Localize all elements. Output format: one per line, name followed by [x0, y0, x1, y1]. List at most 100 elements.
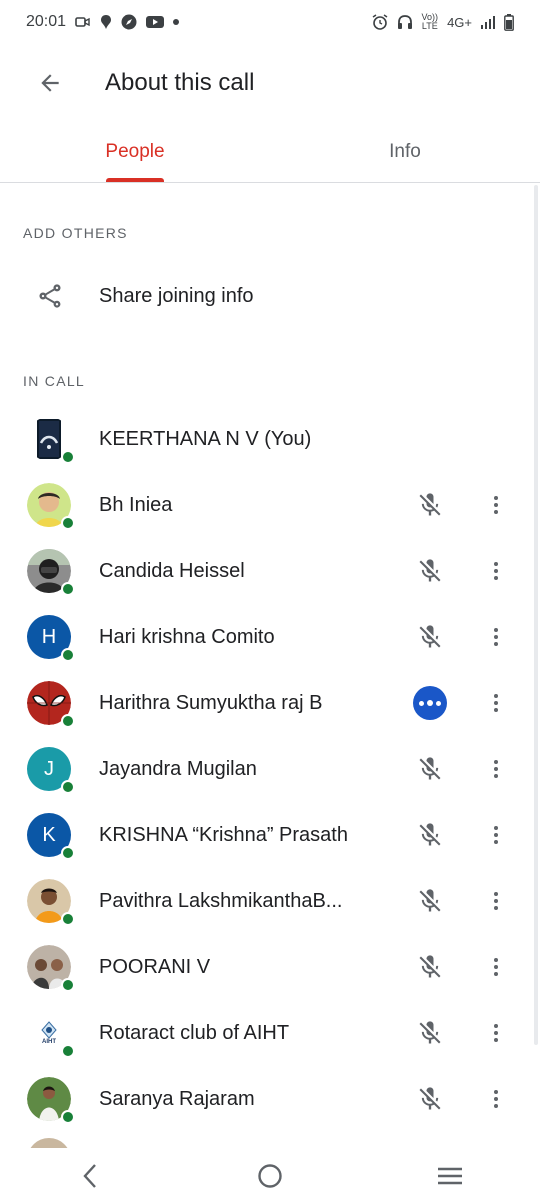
participant-name: Candida Heissel	[99, 559, 245, 582]
online-indicator	[61, 582, 75, 596]
mic-off-icon[interactable]	[412, 1081, 448, 1117]
back-button[interactable]	[26, 59, 74, 107]
nav-back-icon	[83, 1164, 96, 1188]
alarm-icon	[372, 14, 388, 30]
avatar-container	[27, 417, 75, 464]
club-logo-text: AIHT	[42, 1038, 56, 1045]
participant-row[interactable]: AIHT Rotaract club of AIHT	[0, 1000, 540, 1066]
participant-row[interactable]: Bh Iniea	[0, 472, 540, 538]
headphones-icon	[397, 14, 413, 30]
add-others-header: ADD OTHERS	[23, 225, 128, 241]
more-options-icon[interactable]	[478, 1081, 514, 1117]
more-options-icon[interactable]	[478, 487, 514, 523]
compass-icon	[121, 14, 137, 30]
volte-bottom-label: LTE	[421, 21, 438, 31]
participant-name: Pavithra LakshmikanthaB...	[99, 889, 343, 912]
avatar-container: K	[27, 813, 75, 860]
signal-icon	[481, 15, 495, 29]
mic-off-icon[interactable]	[412, 553, 448, 589]
participant-name: Rotaract club of AIHT	[99, 1021, 290, 1044]
participant-name: Jayandra Mugilan	[99, 757, 257, 780]
online-indicator	[61, 1110, 75, 1124]
participant-row[interactable]: Harithra Sumyuktha raj B	[0, 670, 540, 736]
avatar-letter: H	[41, 625, 57, 648]
participant-list: KEERTHANA N V (You) Bh Iniea Candida Heiss…	[0, 406, 540, 1132]
club-logo-icon	[41, 1020, 57, 1039]
participant-name: KRISHNA “Krishna” Prasath	[99, 823, 348, 846]
mic-off-icon[interactable]	[412, 949, 448, 985]
participant-row[interactable]: POORANI V	[0, 934, 540, 1000]
scrollbar[interactable]	[534, 185, 538, 1045]
share-icon	[35, 281, 65, 311]
avatar-container	[27, 945, 75, 992]
speaking-indicator-icon	[412, 685, 448, 721]
arrow-back-icon	[41, 74, 59, 92]
status-time: 20:01	[26, 13, 67, 30]
participant-name: Harithra Sumyuktha raj B	[99, 691, 323, 714]
more-options-icon[interactable]	[478, 949, 514, 985]
more-options-icon[interactable]	[478, 883, 514, 919]
participant-name: Hari krishna Comito	[99, 625, 275, 648]
nav-home-button[interactable]	[240, 1152, 300, 1200]
dot-icon	[173, 19, 180, 25]
tab-info[interactable]: Info	[270, 122, 540, 182]
mic-off-icon[interactable]	[412, 487, 448, 523]
participant-row[interactable]: KEERTHANA N V (You)	[0, 406, 540, 472]
more-options-icon[interactable]	[478, 751, 514, 787]
online-indicator	[61, 1044, 75, 1058]
volte-icon: Vo)) LTE	[422, 13, 439, 31]
more-options-icon[interactable]	[478, 1015, 514, 1051]
more-options-icon[interactable]	[478, 619, 514, 655]
participant-name: Bh Iniea	[99, 493, 173, 516]
participant-row[interactable]: Candida Heissel	[0, 538, 540, 604]
avatar-container: AIHT	[27, 1011, 75, 1058]
participant-name: KEERTHANA N V (You)	[99, 427, 312, 450]
online-indicator	[61, 714, 75, 728]
nav-back-button[interactable]	[60, 1152, 120, 1200]
mic-off-icon[interactable]	[412, 817, 448, 853]
tab-info-label: Info	[389, 141, 421, 162]
tab-people[interactable]: People	[0, 122, 270, 182]
network-label: 4G+	[447, 14, 472, 30]
camera-icon	[75, 16, 91, 28]
avatar-container	[27, 483, 75, 530]
avatar-container	[27, 1077, 75, 1124]
avatar-container	[27, 879, 75, 926]
people-panel: ADD OTHERS Share joining info IN CALL KE…	[0, 183, 540, 1138]
chat-icon	[100, 14, 112, 30]
online-indicator	[61, 912, 75, 926]
more-options-icon[interactable]	[478, 685, 514, 721]
online-indicator	[61, 648, 75, 662]
participant-name: Saranya Rajaram	[99, 1087, 255, 1110]
share-joining-info-label: Share joining info	[99, 284, 254, 307]
more-options-icon[interactable]	[478, 817, 514, 853]
mic-off-icon[interactable]	[412, 883, 448, 919]
youtube-icon	[146, 15, 165, 29]
avatar-container: J	[27, 747, 75, 794]
status-bar: 20:01 Vo)) LTE 4G+	[0, 0, 540, 44]
online-indicator	[61, 516, 75, 530]
app-bar: About this call	[0, 44, 540, 122]
online-indicator	[61, 846, 75, 860]
participant-row[interactable]: Saranya Rajaram	[0, 1066, 540, 1132]
participant-row[interactable]: Pavithra LakshmikanthaB...	[0, 868, 540, 934]
mic-off-icon[interactable]	[412, 751, 448, 787]
participant-row[interactable]: H Hari krishna Comito	[0, 604, 540, 670]
more-options-icon[interactable]	[478, 553, 514, 589]
avatar-container	[27, 681, 75, 728]
participant-row[interactable]: K KRISHNA “Krishna” Prasath	[0, 802, 540, 868]
mic-off-icon[interactable]	[412, 619, 448, 655]
tab-active-indicator	[106, 178, 164, 182]
tab-bar: People Info	[0, 122, 540, 183]
tab-people-label: People	[105, 141, 165, 162]
nav-home-icon	[258, 1164, 282, 1188]
online-indicator	[61, 978, 75, 992]
nav-recents-button[interactable]	[420, 1152, 480, 1200]
share-joining-info-button[interactable]: Share joining info	[0, 263, 540, 329]
online-indicator	[61, 780, 75, 794]
participant-row[interactable]: J Jayandra Mugilan	[0, 736, 540, 802]
avatar-container: H	[27, 615, 75, 662]
nav-recents-icon	[438, 1167, 462, 1185]
system-nav-bar	[0, 1148, 540, 1204]
mic-off-icon[interactable]	[412, 1015, 448, 1051]
